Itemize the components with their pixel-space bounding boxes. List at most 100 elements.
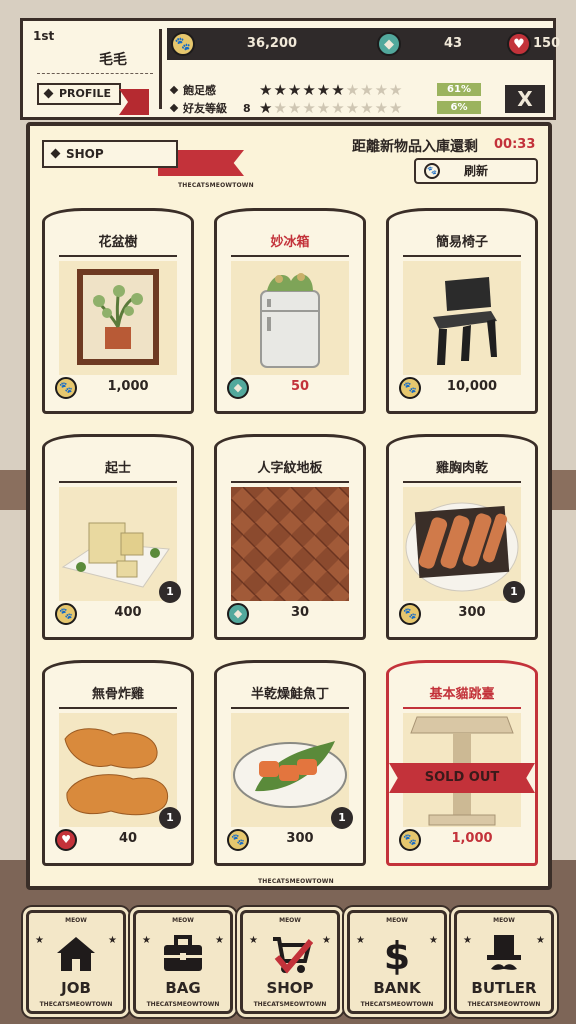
bottom-nav: MEOW ★ ★ JOB THECATSMEOWTOWN MEOW ★ ★ BAG … [18,904,558,1016]
sold-out-banner: SOLD OUT [389,763,535,793]
nav-brand-text: THECATSMEOWTOWN [39,1001,113,1008]
item-price: 40 [118,831,138,846]
bullet-icon [169,85,179,95]
paw-coin-icon: 🐾 [171,32,195,56]
item-name: 無骨炸雞 [91,687,144,702]
shop-title: SHOP [42,140,178,168]
item-price: 300 [458,605,486,620]
divider [159,29,162,109]
stat-label: 飽足感 [183,84,216,97]
item-name: 雞胸肉乾 [435,461,488,476]
svg-text:$: $ [384,934,410,977]
restock-timer: 00:33 [494,137,536,152]
nav-meow-text: MEOW [493,917,515,924]
item-image-chicken [59,713,177,827]
item-image-chair [403,261,521,375]
card-divider [231,255,349,257]
refresh-button[interactable]: 🐾 刷新 [414,158,538,184]
nav-meow-text: MEOW [65,917,87,924]
item-price: 1,000 [107,379,149,394]
bag-icon [160,931,206,977]
stat-friend-level: 好友等級 8 ★★★★★★★★★★ [169,99,404,117]
nav-label: JOB [61,979,91,997]
player-rank: 1st [33,29,55,43]
item-name: 基本貓跳臺 [429,687,495,702]
nav-shop-button[interactable]: MEOW ★ ★ SHOP THECATSMEOWTOWN [240,910,340,1014]
shop-item-card[interactable]: 妙冰箱 ◆ 50 [214,208,366,414]
close-button[interactable]: X [505,85,545,113]
shop-item-card[interactable]: 簡易椅子 🐾 10,000 [386,208,538,414]
item-name: 半乾燥鮭魚丁 [250,687,329,702]
shop-item-card[interactable]: 基本貓跳臺 SOLD OUT 🐾 1,000 [386,660,538,866]
heart-icon: ♥ [55,829,77,851]
gem-icon: ◆ [227,377,249,399]
gem-count: 43 [443,36,463,51]
shop-item-card[interactable]: 花盆樹 🐾 1,000 [42,208,194,414]
profile-ribbon [119,89,149,115]
shop-item-card[interactable]: 雞胸肉乾 1 🐾 300 [386,434,538,640]
nav-meow-text: MEOW [279,917,301,924]
card-divider [231,707,349,709]
item-image-salmon [231,713,349,827]
nav-job-button[interactable]: MEOW ★ ★ JOB THECATSMEOWTOWN [26,910,126,1014]
shop-item-card[interactable]: 半乾燥鮭魚丁 1 🐾 300 [214,660,366,866]
heart-icon: ♥ [507,32,531,56]
item-name: 人字紋地板 [257,461,323,476]
item-price: 1,000 [451,831,493,846]
cart-icon [267,931,314,977]
nav-label: BUTLER [471,979,537,997]
item-image-plant [59,261,177,375]
item-image-jerky [403,487,521,601]
stat-satiety: 飽足感 ★★★★★★★★★★ [169,81,404,99]
nav-meow-text: MEOW [386,917,408,924]
item-price: 50 [290,379,310,394]
paw-coin-icon: 🐾 [399,377,421,399]
paw-coin-icon: 🐾 [55,603,77,625]
item-image-fridge [231,261,349,375]
nav-brand-text: THECATSMEOWTOWN [360,1001,434,1008]
stat-label: 好友等級 [183,102,227,115]
brand-text: THECATSMEOWTOWN [178,182,254,189]
item-image-floor [231,487,349,601]
name-underline [37,73,153,74]
satiety-stars: ★★★★★★★★★★ [259,81,404,99]
nav-butler-button[interactable]: MEOW ★ ★ BUTLER THECATSMEOWTOWN [454,910,554,1014]
shop-item-card[interactable]: 起士 1 🐾 400 [42,434,194,640]
nav-brand-text: THECATSMEOWTOWN [146,1001,220,1008]
shop-item-card[interactable]: 人字紋地板 ◆ 30 [214,434,366,640]
gem-icon: ◆ [377,32,401,56]
shop-title-text: SHOP [66,147,104,161]
coin-count: 36,200 [246,36,298,51]
profile-label: PROFILE [59,87,112,100]
nav-bag-button[interactable]: MEOW ★ ★ BAG THECATSMEOWTOWN [133,910,233,1014]
nav-brand-text: THECATSMEOWTOWN [253,1001,327,1008]
card-divider [59,707,177,709]
nav-label: BANK [373,979,421,997]
friend-percent: 6% [437,101,481,114]
item-count-badge: 1 [159,581,181,603]
item-count-badge: 1 [331,807,353,829]
paw-coin-icon: 🐾 [55,377,77,399]
status-bar: 1st 毛毛 PROFILE 🐾 36,200 ◆ 43 ♥ 150 飽足感 ★… [20,18,561,120]
item-name: 簡易椅子 [435,235,488,250]
heart-count: 150 [533,36,561,51]
player-name: 毛毛 [99,52,127,68]
shop-item-card[interactable]: 無骨炸雞 1 ♥ 40 [42,660,194,866]
nav-label: BAG [165,979,201,997]
item-image-cheese [59,487,177,601]
brand-text: THECATSMEOWTOWN [258,878,334,885]
item-name: 起士 [104,461,131,476]
profile-button[interactable]: PROFILE [37,83,121,105]
card-divider [59,255,177,257]
nav-brand-text: THECATSMEOWTOWN [467,1001,541,1008]
friend-stars: ★★★★★★★★★★ [259,99,404,117]
item-price: 30 [290,605,310,620]
item-price: 300 [286,831,314,846]
nav-label: SHOP [266,979,314,997]
card-divider [403,707,521,709]
satiety-percent: 61% [437,83,481,96]
card-divider [59,481,177,483]
card-divider [231,481,349,483]
nav-bank-button[interactable]: MEOW ★ ★ $ BANK THECATSMEOWTOWN [347,910,447,1014]
paw-coin-icon: 🐾 [227,829,249,851]
